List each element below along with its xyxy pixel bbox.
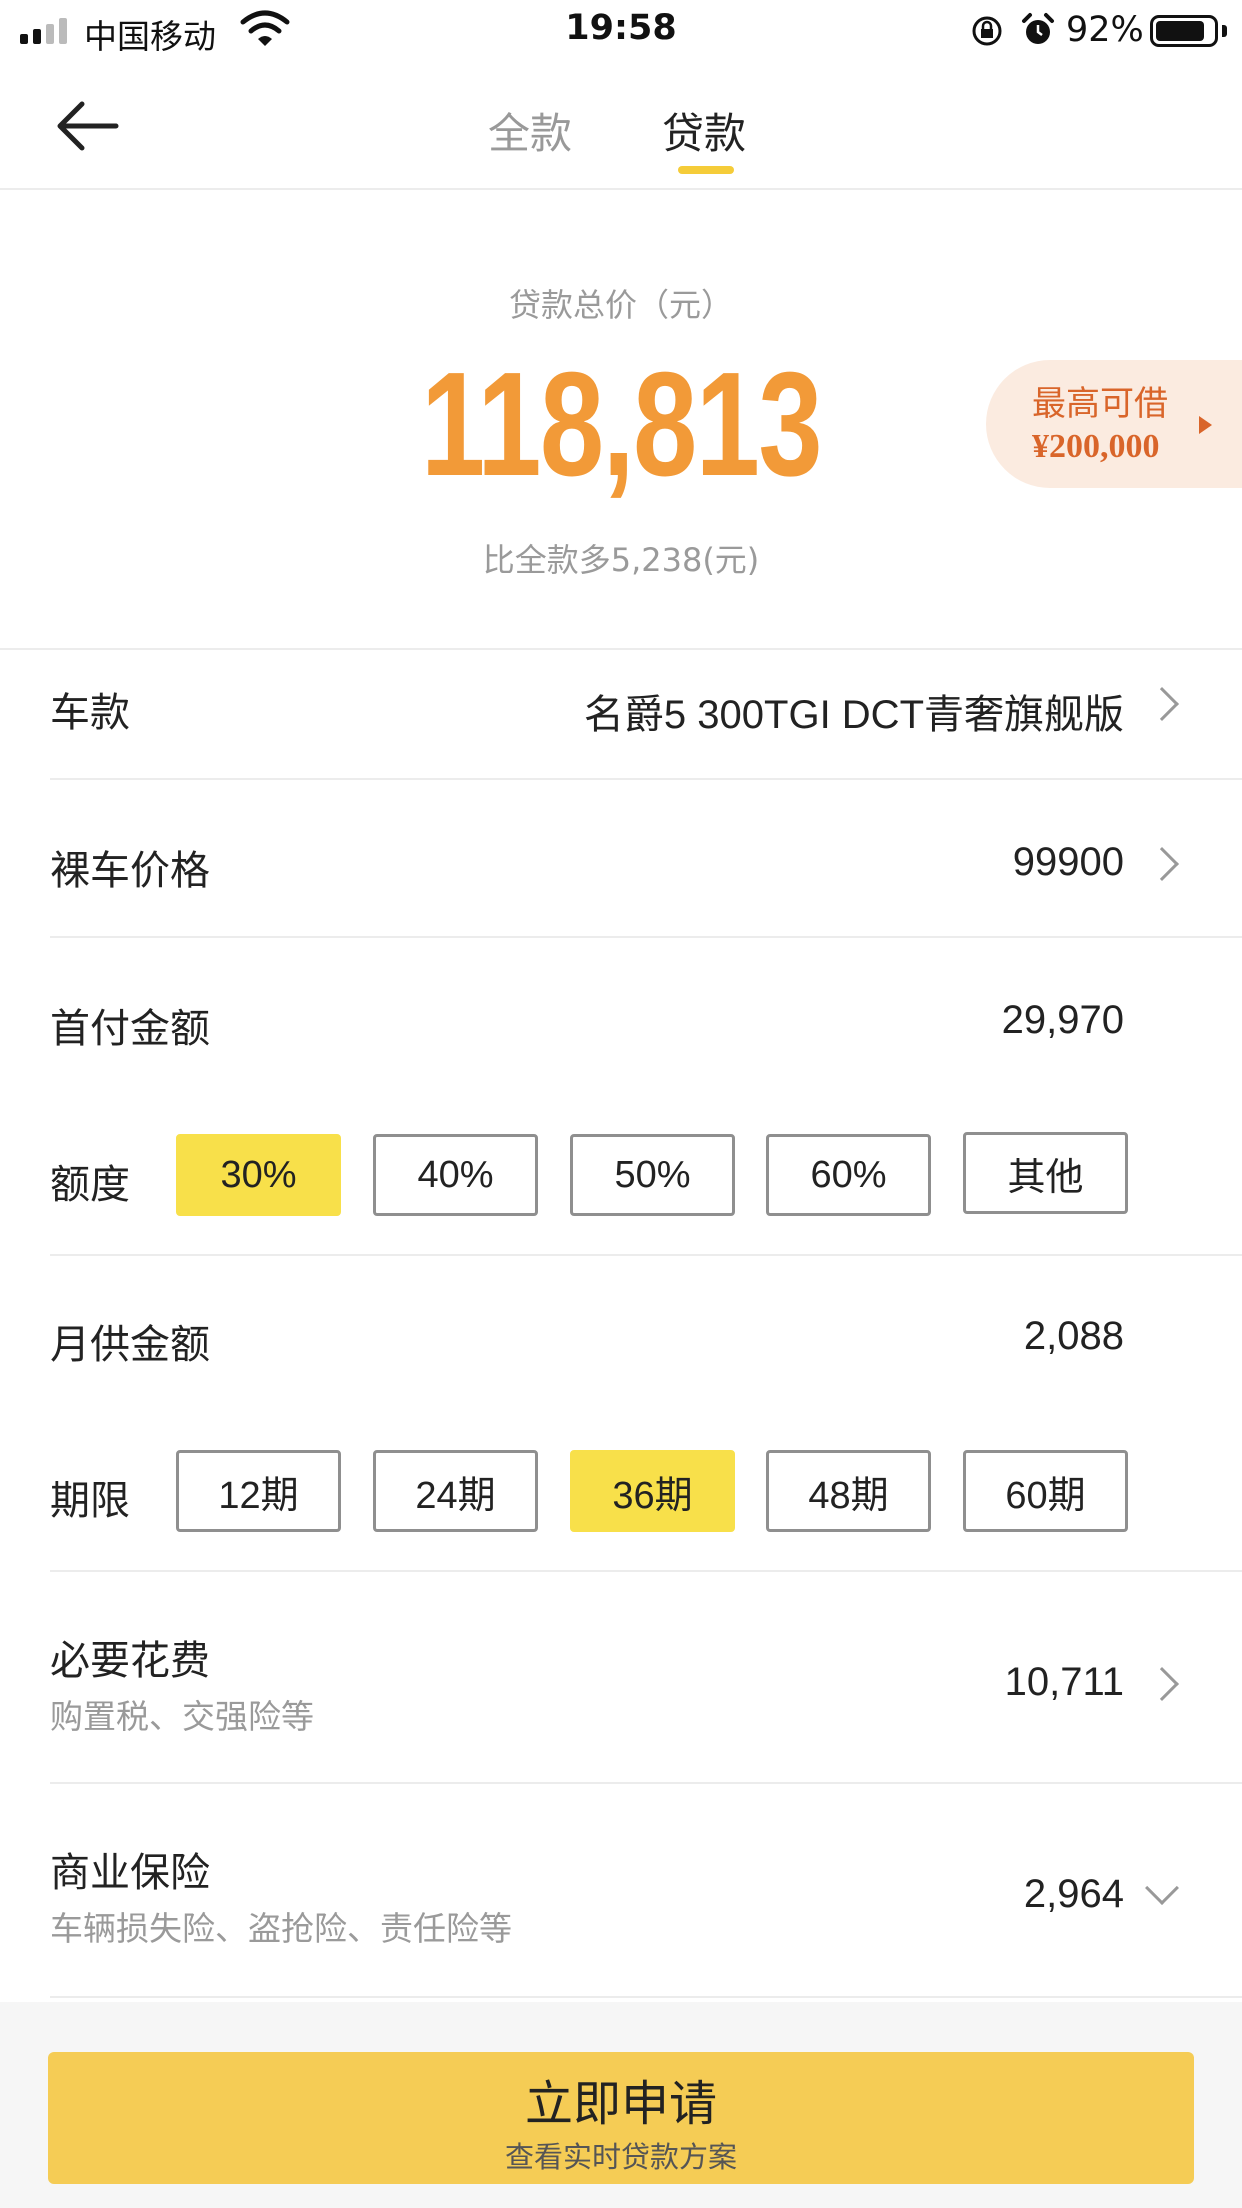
- divider: [50, 778, 1242, 780]
- price-label: 裸车价格: [50, 848, 210, 894]
- divider: [50, 1254, 1242, 1256]
- chevron-right-icon: [1145, 847, 1179, 881]
- down-payment-label: 首付金额: [50, 1006, 210, 1052]
- divider: [50, 936, 1242, 938]
- insurance-subtitle: 车辆损失险、盗抢险、责任险等: [50, 1909, 512, 1948]
- ratio-option-30[interactable]: 30%: [176, 1134, 341, 1216]
- battery-icon: [1150, 15, 1218, 47]
- term-option-60[interactable]: 60期: [963, 1450, 1128, 1532]
- insurance-value: 2,964: [1023, 1872, 1124, 1916]
- divider: [50, 1996, 1242, 1998]
- max-borrow-badge[interactable]: 最高可借 ¥200,000: [986, 360, 1242, 488]
- term-option-24[interactable]: 24期: [373, 1450, 538, 1532]
- arrow-left-icon[interactable]: [52, 96, 122, 156]
- fees-value: 10,711: [1004, 1660, 1124, 1704]
- price-difference: 比全款多5,238(元): [482, 541, 760, 579]
- max-borrow-value: ¥200,000: [1032, 428, 1160, 465]
- nav-bar: 全款 贷款: [0, 62, 1242, 190]
- play-arrow-icon: [1199, 416, 1212, 434]
- term-option-12[interactable]: 12期: [176, 1450, 341, 1532]
- battery-tip: [1222, 25, 1227, 37]
- apply-button-subtitle: 查看实时贷款方案: [504, 2140, 737, 2174]
- ratio-option-40[interactable]: 40%: [373, 1134, 538, 1216]
- loan-total-price: 118,813: [420, 342, 823, 507]
- model-label: 车款: [50, 690, 130, 736]
- fees-label: 必要花费: [50, 1638, 210, 1684]
- apply-button-label: 立即申请: [524, 2076, 717, 2132]
- down-payment-value: 29,970: [1001, 998, 1124, 1042]
- model-value: 名爵5 300TGI DCT青奢旗舰版: [583, 693, 1124, 737]
- loan-total-label: 贷款总价（元）: [508, 286, 733, 324]
- divider: [50, 1782, 1242, 1784]
- divider: [50, 1570, 1242, 1572]
- term-option-36[interactable]: 36期: [570, 1450, 735, 1532]
- chevron-down-icon: [1145, 1871, 1179, 1905]
- alarm-icon: [1022, 13, 1054, 44]
- divider: [0, 648, 1242, 650]
- monthly-label: 月供金额: [50, 1322, 210, 1368]
- tab-loan[interactable]: 贷款: [662, 100, 746, 161]
- insurance-label: 商业保险: [50, 1850, 210, 1896]
- chevron-right-icon: [1145, 1667, 1179, 1701]
- apply-button[interactable]: 立即申请 查看实时贷款方案: [48, 2052, 1194, 2184]
- price-value: 99900: [1012, 840, 1124, 884]
- orientation-lock-icon: [972, 16, 1002, 46]
- status-bar: 中国移动 19:58 92%: [0, 0, 1242, 62]
- monthly-value: 2,088: [1023, 1314, 1124, 1358]
- ratio-label: 额度: [50, 1162, 130, 1208]
- tab-indicator: [678, 166, 734, 174]
- ratio-option-60[interactable]: 60%: [766, 1134, 931, 1216]
- tab-full-payment[interactable]: 全款: [488, 100, 572, 161]
- fees-subtitle: 购置税、交强险等: [50, 1697, 314, 1736]
- battery-percent: 92%: [1066, 10, 1144, 50]
- term-option-48[interactable]: 48期: [766, 1450, 931, 1532]
- ratio-option-other[interactable]: 其他: [963, 1132, 1128, 1214]
- term-label: 期限: [50, 1478, 130, 1524]
- chevron-right-icon: [1145, 687, 1179, 721]
- max-borrow-label: 最高可借: [1032, 384, 1168, 424]
- ratio-option-50[interactable]: 50%: [570, 1134, 735, 1216]
